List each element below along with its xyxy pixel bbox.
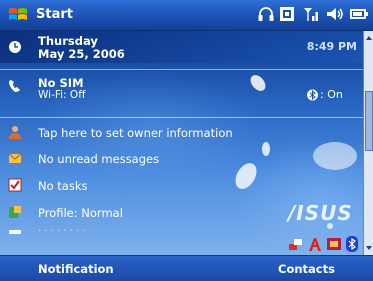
start-menu-button[interactable]: Start [36, 7, 73, 22]
tray-bluetooth-icon[interactable] [346, 236, 358, 252]
battery-icon[interactable] [349, 6, 369, 22]
tray-connection-icon[interactable] [288, 236, 304, 252]
owner-person-icon [9, 126, 21, 139]
clock-icon [9, 41, 21, 53]
signal-strength-icon[interactable] [302, 6, 322, 22]
partial-row-dots: . . . . . . . . [38, 223, 86, 234]
connectivity-row[interactable]: No SIM Wi-Fi: Off : On [0, 71, 363, 105]
media-icon[interactable] [279, 6, 295, 22]
separator [0, 69, 363, 70]
partial-row-icon [9, 230, 21, 234]
tray-memory-icon[interactable] [326, 236, 342, 252]
tray-font-icon[interactable] [308, 236, 322, 252]
brand-logo: /ISUS [288, 201, 353, 225]
date-text: May 25, 2006 [38, 47, 125, 61]
time-text: 8:49 PM [306, 40, 357, 53]
phone-icon [9, 80, 20, 92]
wifi-status[interactable]: Wi-Fi: Off [38, 89, 85, 101]
scroll-down-arrow-icon[interactable] [364, 243, 373, 253]
bluetooth-status: : On [320, 88, 343, 101]
soft-key-bar: Notification Contacts [0, 255, 373, 281]
start-flag-icon[interactable] [8, 6, 28, 24]
bluetooth-icon[interactable] [307, 89, 318, 101]
messages-text[interactable]: No unread messages [38, 152, 159, 166]
separator [0, 117, 363, 118]
tasks-checkbox-icon [8, 178, 22, 192]
tasks-text[interactable]: No tasks [38, 179, 88, 193]
scrollbar-thumb[interactable] [365, 91, 373, 151]
title-bar: Start [0, 0, 373, 31]
messages-row[interactable]: No unread messages [0, 149, 363, 169]
scroll-up-arrow-icon[interactable] [364, 33, 373, 43]
contacts-soft-key[interactable]: Contacts [278, 262, 335, 276]
sim-status: No SIM [38, 76, 84, 90]
date-row[interactable]: Thursday May 25, 2006 8:49 PM [0, 31, 363, 63]
day-of-week: Thursday [38, 34, 98, 48]
owner-info-text[interactable]: Tap here to set owner information [38, 126, 233, 140]
headphones-icon[interactable] [257, 6, 275, 22]
profile-text[interactable]: Profile: Normal [38, 206, 123, 220]
profile-icon [9, 206, 21, 218]
tasks-row[interactable]: No tasks [0, 176, 363, 196]
today-screen: Thursday May 25, 2006 8:49 PM No SIM Wi-… [0, 31, 363, 255]
owner-info-row[interactable]: Tap here to set owner information [0, 123, 363, 143]
volume-icon[interactable] [326, 6, 344, 22]
notification-soft-key[interactable]: Notification [38, 262, 114, 276]
messages-envelope-icon [8, 153, 22, 163]
vertical-scrollbar[interactable] [363, 31, 373, 255]
